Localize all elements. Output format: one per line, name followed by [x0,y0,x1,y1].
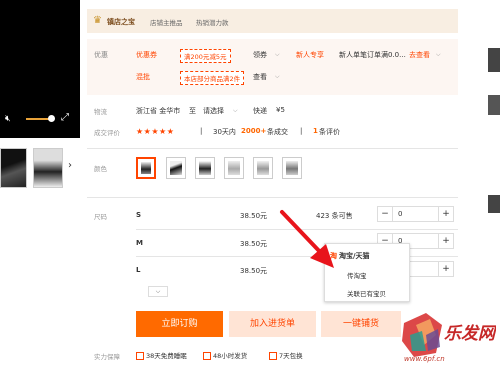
guarantee-label: 实力保障 [94,353,120,361]
popup-header: 淘淘宝/天猫 [330,251,370,261]
new-user-tag: 新人专享 [296,51,324,59]
guarantee-item: 48小时发货 [203,350,247,360]
plus-icon[interactable]: + [438,262,453,276]
color-swatch[interactable] [166,157,186,179]
chevron-down-icon[interactable]: ⌵ [275,51,280,59]
size-name: L [136,266,141,274]
divider [87,197,458,198]
color-label: 颜色 [94,165,107,173]
mixed-batch-tag: 混批 [136,73,150,81]
one-click-list-button[interactable]: 一键铺货 [321,311,401,337]
shop-banner: ♛ 镇店之宝 店铺主推品 热销潜力款 [87,9,458,33]
product-thumbnail[interactable] [0,148,27,188]
add-to-cart-button[interactable]: 加入进货单 [229,311,316,337]
coupon-box[interactable]: 满200元减5元 [180,49,231,63]
size-name: M [136,239,143,247]
express-label: 快递 [253,107,267,115]
badge-icon [203,352,211,360]
deal-unit: 条成交 [267,128,288,136]
banner-tag: 店铺主推品 [150,19,183,27]
quantity-stepper[interactable]: − 0 + [377,206,454,222]
divider [87,148,458,149]
mixed-batch-box[interactable]: 本店部分商品满2件 [180,71,245,85]
expand-sizes-button[interactable]: ⌵ [148,286,168,297]
divider-bar: | [200,127,203,135]
color-swatch[interactable] [224,157,244,179]
chevron-right-icon[interactable]: › [68,160,72,171]
size-stock: 423 条可售 [316,212,353,220]
ship-to-select[interactable]: 请选择 [203,106,224,116]
minus-icon[interactable]: − [378,207,393,221]
coupon-tag: 优惠券 [136,51,157,59]
chevron-down-icon[interactable]: ⌵ [436,51,441,59]
shipping-fee: ¥5 [276,106,285,114]
new-user-offer: 新人单笔订单满0.0... [339,51,406,59]
size-price: 38.50元 [240,212,268,220]
color-swatch[interactable] [253,157,273,179]
size-label: 尺码 [94,213,107,221]
ship-from: 浙江省 金华市 [136,107,181,115]
color-swatch[interactable] [136,157,156,179]
plus-icon[interactable]: + [438,207,453,221]
view-offer-link[interactable]: 去查看 [409,50,430,60]
divider-bar: | [300,127,303,135]
popup-item-upload-taobao[interactable]: 传淘宝 [347,270,367,280]
size-price: 38.50元 [240,267,268,275]
banner-tag: 热销潜力款 [196,19,229,27]
promo-label: 优惠 [94,51,108,59]
quantity-value[interactable]: 0 [398,210,402,218]
divider [136,229,458,230]
popup-item-link-existing[interactable]: 关联已有宝贝 [347,288,386,298]
deal-count: 2000+ [241,127,267,135]
guarantee-text: 7天包换 [279,352,303,360]
view-mixed-link[interactable]: 查看 [253,72,267,82]
review-period: 30天内 [213,128,236,136]
product-thumbnail[interactable] [33,148,63,188]
side-thumbnail[interactable] [488,48,500,72]
side-thumbnail[interactable] [488,195,500,213]
guarantee-text: 38天免费睡眠 [146,352,187,360]
order-now-button[interactable]: 立即订购 [136,311,223,337]
chevron-down-icon[interactable]: ⌵ [233,107,238,115]
reviews-label: 成交评价 [94,129,120,137]
popup-header-label: 淘宝/天猫 [339,252,370,260]
banner-title: 镇店之宝 [107,18,135,26]
taobao-icon: 淘 [330,252,337,260]
logistics-label: 物流 [94,108,107,116]
badge-icon [269,352,277,360]
crown-icon: ♛ [93,15,102,26]
plus-icon[interactable]: + [438,234,453,248]
watermark-logo-text: 乐发网 [444,324,496,344]
review-count[interactable]: 1 [313,127,318,135]
size-price: 38.50元 [240,240,268,248]
color-swatch[interactable] [195,157,215,179]
mute-icon[interactable]: 🔇︎ [5,114,17,124]
distribution-popup: 淘淘宝/天猫 传淘宝 关联已有宝贝 [324,243,410,302]
guarantee-item: 7天包换 [269,350,303,360]
size-name: S [136,211,142,219]
watermark-url: www.6pf.cn [404,355,445,363]
volume-knob[interactable] [48,115,55,122]
color-swatch[interactable] [282,157,302,179]
review-unit[interactable]: 条评价 [319,127,340,137]
promo-box: 优惠 优惠券 满200元减5元 领券 ⌵ 新人专享 新人单笔订单满0.0... … [87,39,458,95]
badge-icon [136,352,144,360]
ship-to-label: 至 [189,107,196,115]
guarantee-text: 48小时发货 [213,352,248,360]
video-player[interactable]: 🔇︎ ⤢ [0,0,80,138]
claim-coupon-link[interactable]: 领券 [253,50,267,60]
chevron-down-icon[interactable]: ⌵ [275,73,280,81]
fullscreen-icon[interactable]: ⤢ [61,112,73,124]
guarantee-item: 38天免费睡眠 [136,350,187,360]
rating-stars: ★★★★★ [136,127,175,136]
side-thumbnail[interactable] [488,95,500,115]
